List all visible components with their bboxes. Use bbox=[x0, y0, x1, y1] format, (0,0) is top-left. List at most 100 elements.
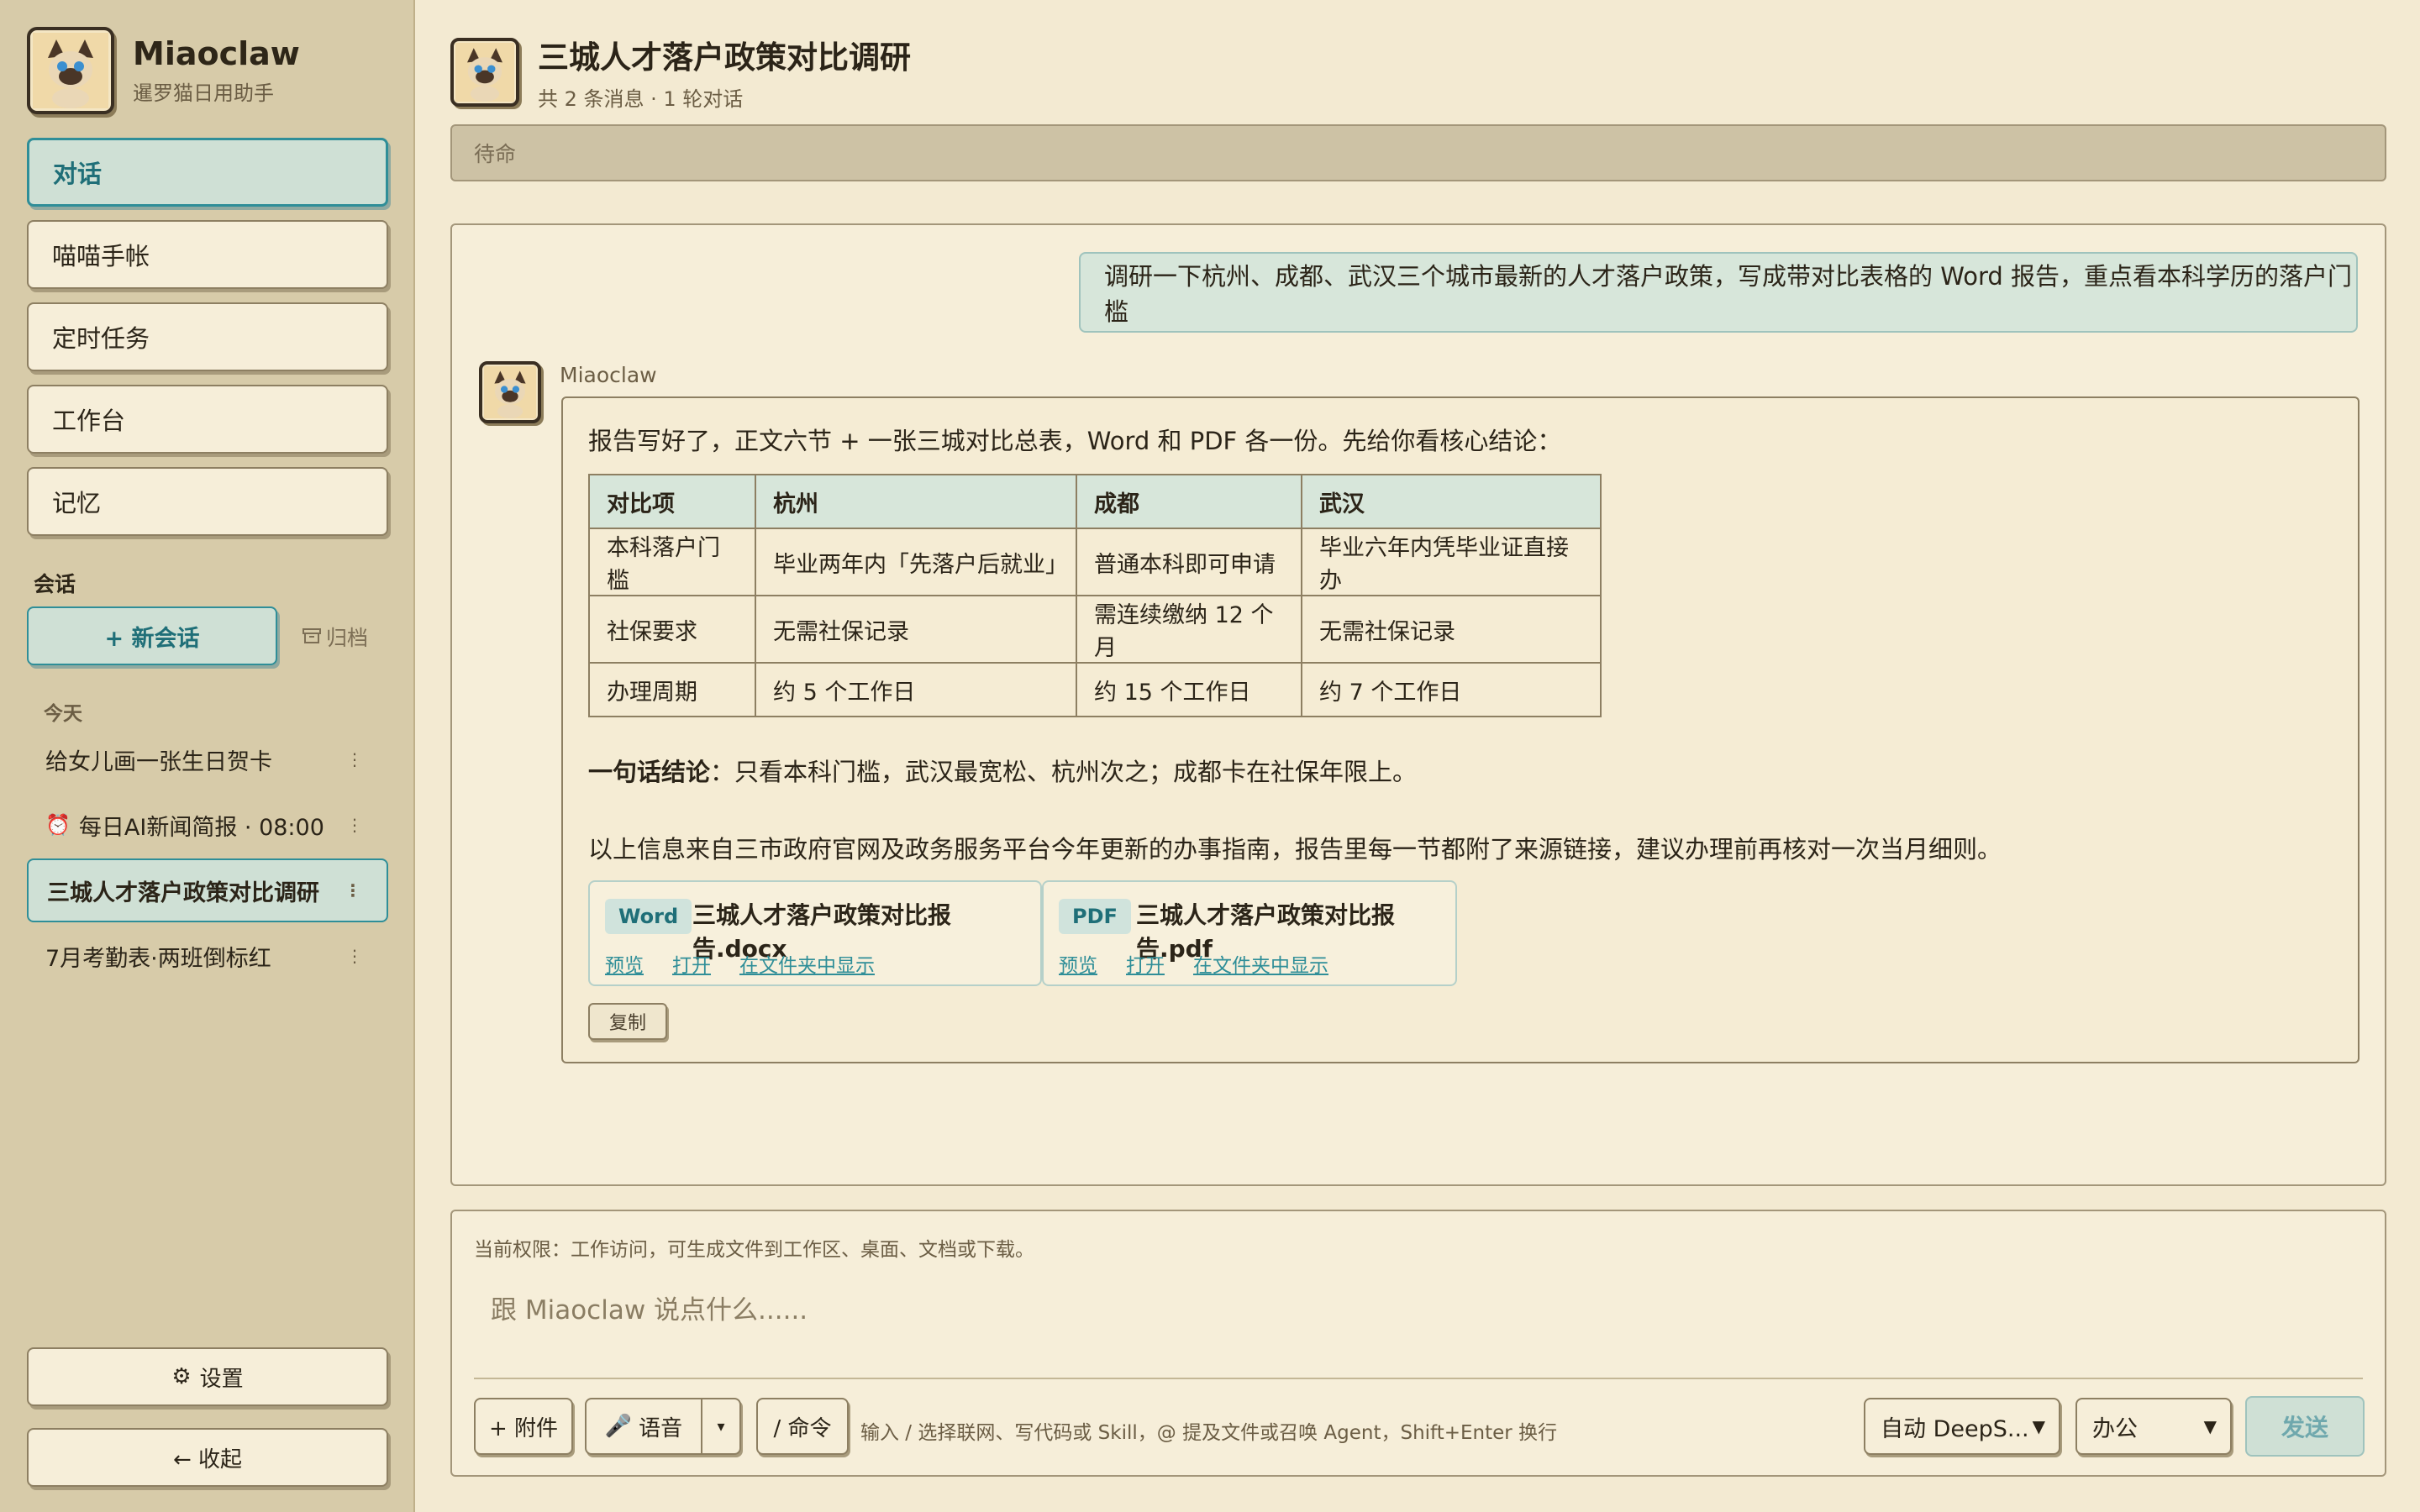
chat-header: 三城人才落户政策对比调研 共 2 条消息 · 1 轮对话 bbox=[450, 32, 911, 112]
nav-item-label: 定时任务 bbox=[52, 324, 150, 353]
table-cell: 本科落户门槛 bbox=[588, 528, 756, 596]
session-title: 给女儿画一张生日贺卡 bbox=[45, 748, 272, 775]
table-header-cell: 对比项 bbox=[588, 474, 756, 529]
settings-button[interactable]: ⚙ 设置 bbox=[27, 1347, 388, 1406]
table-cell: 毕业两年内「先落户后就业」 bbox=[755, 528, 1077, 596]
chat-panel: 调研一下杭州、成都、武汉三个城市最新的人才落户政策，写成带对比表格的 Word … bbox=[450, 223, 2386, 1186]
open-link[interactable]: 打开 bbox=[672, 949, 711, 978]
nav-item-notebook[interactable]: 喵喵手帐 bbox=[27, 220, 388, 289]
nav-item-label: 对话 bbox=[53, 160, 103, 188]
session-item[interactable]: 给女儿画一张生日贺卡 ⋮ bbox=[27, 727, 388, 791]
session-item[interactable]: 7月考勤表·两班倒标红 ⋮ bbox=[27, 924, 388, 988]
table-cell: 无需社保记录 bbox=[1301, 595, 1602, 664]
nav-item-memory[interactable]: 记忆 bbox=[27, 467, 388, 536]
bot-message: 报告写好了，正文六节 + 一张三城对比总表，Word 和 PDF 各一份。先给你… bbox=[561, 396, 2360, 1063]
preview-link[interactable]: 预览 bbox=[1059, 949, 1097, 978]
divider bbox=[474, 1378, 2363, 1379]
gear-icon: ⚙ bbox=[171, 1364, 192, 1389]
table-row: 本科落户门槛 毕业两年内「先落户后就业」 普通本科即可申请 毕业六年内凭毕业证直… bbox=[588, 528, 1602, 596]
voice-options-dropdown[interactable]: ▾ bbox=[701, 1398, 741, 1455]
open-link[interactable]: 打开 bbox=[1126, 949, 1165, 978]
nav-item-workspace[interactable]: 工作台 bbox=[27, 385, 388, 454]
composer: 当前权限：工作访问，可生成文件到工作区、桌面、文档或下载。 跟 Miaoclaw… bbox=[450, 1210, 2386, 1477]
more-options-icon[interactable]: ⋮ bbox=[346, 749, 363, 769]
nav-item-scheduled-tasks[interactable]: 定时任务 bbox=[27, 302, 388, 371]
sidebar: Miaoclaw 暹罗猫日用助手 对话 喵喵手帐 定时任务 工作台 记忆 会话 … bbox=[0, 0, 415, 1512]
input-hint: 输入 / 选择联网、写代码或 Skill，@ 提及文件或召唤 Agent，Shi… bbox=[860, 1422, 1558, 1444]
voice-label: 语音 bbox=[639, 1415, 683, 1441]
model-select[interactable]: 自动 DeepS... ▼ bbox=[1864, 1398, 2060, 1455]
bot-name: Miaoclaw bbox=[560, 363, 657, 387]
mode-select[interactable]: 办公 ▼ bbox=[2075, 1398, 2232, 1455]
group-label-today: 今天 bbox=[44, 703, 82, 725]
table-header-cell: 杭州 bbox=[755, 474, 1077, 529]
copy-button[interactable]: 复制 bbox=[588, 1003, 667, 1040]
permission-note: 当前权限：工作访问，可生成文件到工作区、桌面、文档或下载。 bbox=[474, 1239, 1034, 1261]
send-button[interactable]: 发送 bbox=[2245, 1396, 2365, 1457]
brand: Miaoclaw 暹罗猫日用助手 bbox=[27, 27, 300, 114]
status-bar: 待命 bbox=[450, 124, 2386, 181]
cat-avatar-icon bbox=[479, 361, 541, 423]
archive-button[interactable]: 归档 bbox=[302, 622, 368, 652]
table-cell: 需连续缴纳 12 个月 bbox=[1076, 595, 1302, 664]
voice-button[interactable]: 🎤 语音 bbox=[585, 1398, 702, 1455]
session-title: 每日AI新闻简报 · 08:00 bbox=[78, 814, 324, 841]
nav-item-label: 喵喵手帐 bbox=[52, 242, 150, 270]
table-header-row: 对比项 杭州 成都 武汉 bbox=[588, 474, 1602, 529]
table-cell: 约 5 个工作日 bbox=[755, 662, 1077, 717]
table-cell: 社保要求 bbox=[588, 595, 756, 664]
table-header-cell: 武汉 bbox=[1301, 474, 1602, 529]
more-options-icon[interactable]: ⋮ bbox=[346, 815, 363, 835]
preview-link[interactable]: 预览 bbox=[605, 949, 644, 978]
file-type-badge: Word bbox=[605, 899, 692, 934]
page-subtitle: 共 2 条消息 · 1 轮对话 bbox=[538, 87, 744, 111]
table-cell: 毕业六年内凭毕业证直接办 bbox=[1301, 528, 1602, 596]
collapse-button[interactable]: ← 收起 bbox=[27, 1428, 388, 1487]
file-card-pdf: PDF 三城人才落户政策对比报告.pdf 预览 打开 在文件夹中显示 bbox=[1042, 880, 1457, 986]
archive-label: 归档 bbox=[326, 626, 369, 650]
model-select-value: 自动 DeepS... bbox=[1881, 1415, 2029, 1442]
table-row: 办理周期 约 5 个工作日 约 15 个工作日 约 7 个工作日 bbox=[588, 662, 1602, 717]
summary-line: 一句话结论：只看本科门槛，武汉最宽松、杭州次之；成都卡在社保年限上。 bbox=[588, 753, 1417, 788]
new-session-button[interactable]: + 新会话 bbox=[27, 606, 277, 665]
table-cell: 无需社保记录 bbox=[755, 595, 1077, 664]
caret-down-icon: ▾ bbox=[717, 1417, 725, 1436]
session-item[interactable]: ⏰ 每日AI新闻简报 · 08:00 ⋮ bbox=[27, 793, 388, 857]
summary-bold: 一句话结论 bbox=[588, 758, 711, 786]
table-row: 社保要求 无需社保记录 需连续缴纳 12 个月 无需社保记录 bbox=[588, 595, 1602, 664]
bot-intro-text: 报告写好了，正文六节 + 一张三城对比总表，Word 和 PDF 各一份。先给你… bbox=[588, 427, 1562, 455]
session-title: 7月考勤表·两班倒标红 bbox=[45, 945, 271, 972]
settings-label: 设置 bbox=[199, 1366, 244, 1392]
summary-text: ：只看本科门槛，武汉最宽松、杭州次之；成都卡在社保年限上。 bbox=[710, 758, 1418, 786]
table-cell: 约 7 个工作日 bbox=[1301, 662, 1602, 717]
table-cell: 办理周期 bbox=[588, 662, 756, 717]
caret-down-icon: ▼ bbox=[2032, 1416, 2045, 1436]
nav-item-label: 工作台 bbox=[52, 407, 126, 435]
nav-item-chat[interactable]: 对话 bbox=[27, 138, 388, 207]
collapse-label: ← 收起 bbox=[172, 1446, 243, 1473]
file-card-docx: Word 三城人才落户政策对比报告.docx 预览 打开 在文件夹中显示 bbox=[588, 880, 1042, 986]
cat-avatar-icon bbox=[450, 37, 519, 107]
alarm-icon: ⏰ bbox=[45, 813, 71, 837]
message-input[interactable]: 跟 Miaoclaw 说点什么...... bbox=[491, 1289, 808, 1326]
page-title: 三城人才落户政策对比调研 bbox=[538, 39, 911, 76]
more-options-icon[interactable]: ⋮ bbox=[345, 880, 361, 900]
command-button[interactable]: / 命令 bbox=[756, 1398, 849, 1455]
caret-down-icon: ▼ bbox=[2203, 1416, 2217, 1436]
attach-button[interactable]: + 附件 bbox=[474, 1398, 573, 1455]
more-options-icon[interactable]: ⋮ bbox=[346, 946, 363, 966]
archive-icon bbox=[302, 625, 321, 649]
table-header-cell: 成都 bbox=[1076, 474, 1302, 529]
nav-item-label: 记忆 bbox=[52, 489, 102, 517]
brand-title: Miaoclaw bbox=[133, 34, 300, 72]
brand-subtitle: 暹罗猫日用助手 bbox=[133, 81, 274, 106]
mode-select-value: 办公 bbox=[2092, 1415, 2138, 1442]
table-cell: 普通本科即可申请 bbox=[1076, 528, 1302, 596]
source-note: 以上信息来自三市政府官网及政务服务平台今年更新的办事指南，报告里每一节都附了来源… bbox=[588, 835, 2002, 864]
session-item-active[interactable]: 三城人才落户政策对比调研 ⋮ bbox=[27, 858, 388, 922]
reveal-in-folder-link[interactable]: 在文件夹中显示 bbox=[1193, 949, 1328, 978]
session-title: 三城人才落户政策对比调研 bbox=[47, 879, 319, 906]
file-type-badge: PDF bbox=[1059, 899, 1131, 934]
reveal-in-folder-link[interactable]: 在文件夹中显示 bbox=[739, 949, 875, 978]
table-cell: 约 15 个工作日 bbox=[1076, 662, 1302, 717]
